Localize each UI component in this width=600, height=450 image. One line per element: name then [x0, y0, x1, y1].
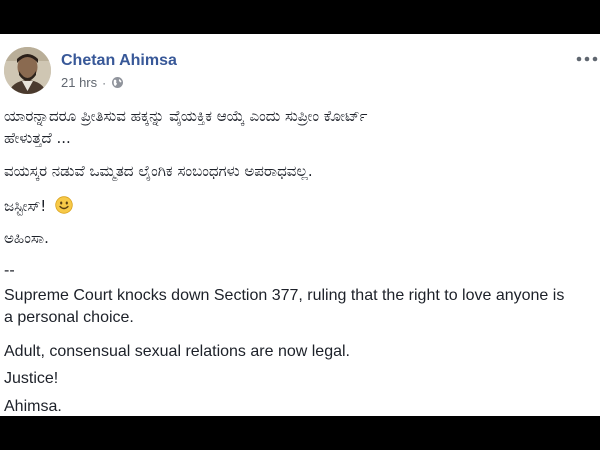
letterbox-top — [0, 0, 600, 34]
post-text-kannada-line-3-wrap: ಜಸ್ಟೀಸ್! — [4, 196, 73, 215]
post-text-kannada-line-4: ಅಹಿಂಸಾ. — [4, 229, 49, 247]
more-options-icon[interactable] — [574, 51, 600, 67]
post-text-kannada-line-1-cont: ಹೇಳುತ್ತದೆ ... — [4, 129, 71, 147]
avatar-photo — [4, 47, 51, 94]
post-text-separator: -- — [4, 262, 15, 279]
post-text-kannada-line-2: ವಯಸ್ಕರ ನಡುವೆ ಒಮ್ಮತದ ಲೈಂಗಿಕ ಸಂಬಂಧಗಳು ಅಪರಾ… — [4, 162, 313, 180]
meta-separator: · — [102, 75, 107, 90]
avatar[interactable] — [4, 47, 51, 94]
post-text-kannada-line-3: ಜಸ್ಟೀಸ್! — [4, 197, 47, 215]
smiley-emoji-icon — [55, 196, 73, 214]
post-timestamp[interactable]: 21 hrs — [61, 75, 97, 90]
post-text-english-line-1-cont: a personal choice. — [4, 309, 134, 326]
post-header: Chetan Ahimsa 21 hrs · — [0, 34, 600, 98]
letterbox-bottom — [0, 416, 600, 450]
post-text-english-line-3: Justice! — [4, 370, 59, 387]
post-text-kannada-line-1: ಯಾರನ್ನಾದರೂ ಪ್ರೀತಿಸುವ ಹಕ್ಕನ್ನು ವೈಯಕ್ತಿಕ ಆ… — [4, 107, 368, 125]
post-text-english-line-1: Supreme Court knocks down Section 377, r… — [4, 287, 565, 304]
author-name[interactable]: Chetan Ahimsa — [61, 52, 177, 70]
post-text-english-line-4: Ahimsa. — [4, 398, 62, 415]
globe-icon[interactable] — [111, 76, 124, 89]
facebook-post: Chetan Ahimsa 21 hrs · ಯಾರನ್ನಾದರೂ ಪ್ರೀತಿ… — [0, 34, 600, 416]
post-text-english-line-2: Adult, consensual sexual relations are n… — [4, 343, 350, 360]
post-meta: 21 hrs · — [61, 75, 124, 90]
